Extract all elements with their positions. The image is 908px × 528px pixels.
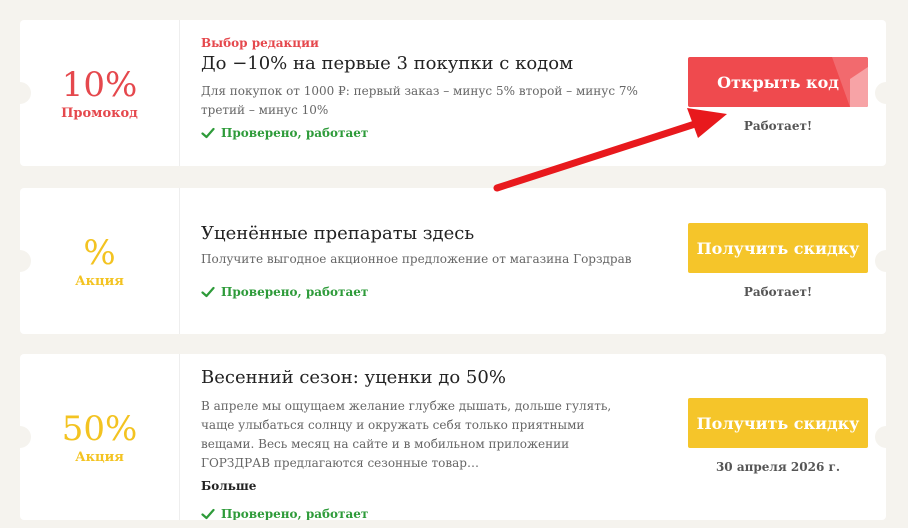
check-icon xyxy=(201,286,215,298)
verified-label: Проверено, работает xyxy=(221,285,369,299)
editor-choice-label: Выбор редакции xyxy=(201,36,319,50)
check-icon xyxy=(201,127,215,139)
coupon-discount-panel: % Акция xyxy=(20,188,180,334)
coupon-discount-panel: 50% Акция xyxy=(20,354,180,520)
check-icon xyxy=(201,508,215,520)
coupon-status: Работает! xyxy=(743,285,813,299)
verified-status: Проверено, работает xyxy=(201,507,661,520)
coupon-type: Акция xyxy=(75,449,124,465)
coupon-card-3: 50% Акция Весенний сезон: уценки до 50% … xyxy=(20,354,886,520)
coupon-info: Уценённые препараты здесь Получите выгод… xyxy=(201,188,661,299)
coupon-card-1: 10% Промокод Выбор редакции До −10% на п… xyxy=(20,20,886,166)
coupon-info: Выбор редакции До −10% на первые 3 покуп… xyxy=(201,20,661,140)
get-discount-button[interactable]: Получить скидку xyxy=(688,223,868,273)
coupon-type: Акция xyxy=(75,273,124,289)
coupon-status: 30 апреля 2026 г. xyxy=(715,460,841,474)
open-code-button[interactable]: Открыть код xyxy=(688,57,868,107)
coupon-action: Получить скидку Работает! xyxy=(688,188,868,299)
verified-label: Проверено, работает xyxy=(221,126,369,140)
peel-corner-icon xyxy=(832,57,868,107)
coupon-action: Получить скидку 30 апреля 2026 г. xyxy=(688,354,868,474)
coupon-action: Открыть код Работает! xyxy=(688,20,868,133)
coupon-description: Получите выгодное акционное предложение … xyxy=(201,252,632,266)
verified-status: Проверено, работает xyxy=(201,126,661,140)
coupon-value: % xyxy=(83,232,116,273)
open-code-label: Открыть код xyxy=(717,72,839,92)
coupon-title: До −10% на первые 3 покупки с кодом xyxy=(201,53,574,74)
coupon-status: Работает! xyxy=(743,119,813,133)
coupon-value: 10% xyxy=(61,64,138,105)
coupon-title: Уценённые препараты здесь xyxy=(201,223,475,244)
coupon-description: В апреле мы ощущаем желание глубже дышат… xyxy=(201,399,612,470)
coupon-value: 50% xyxy=(61,408,138,449)
verified-label: Проверено, работает xyxy=(221,507,369,520)
coupon-title: Весенний сезон: уценки до 50% xyxy=(201,367,506,388)
coupon-card-2: % Акция Уценённые препараты здесь Получи… xyxy=(20,188,886,334)
get-discount-button[interactable]: Получить скидку xyxy=(688,398,868,448)
coupon-type: Промокод xyxy=(61,105,138,121)
coupon-discount-panel: 10% Промокод xyxy=(20,20,180,166)
coupon-info: Весенний сезон: уценки до 50% В апреле м… xyxy=(201,354,661,520)
verified-status: Проверено, работает xyxy=(201,285,661,299)
coupon-description: Для покупок от 1000 ₽: первый заказ – ми… xyxy=(201,84,638,117)
more-link[interactable]: Больше xyxy=(201,479,661,493)
